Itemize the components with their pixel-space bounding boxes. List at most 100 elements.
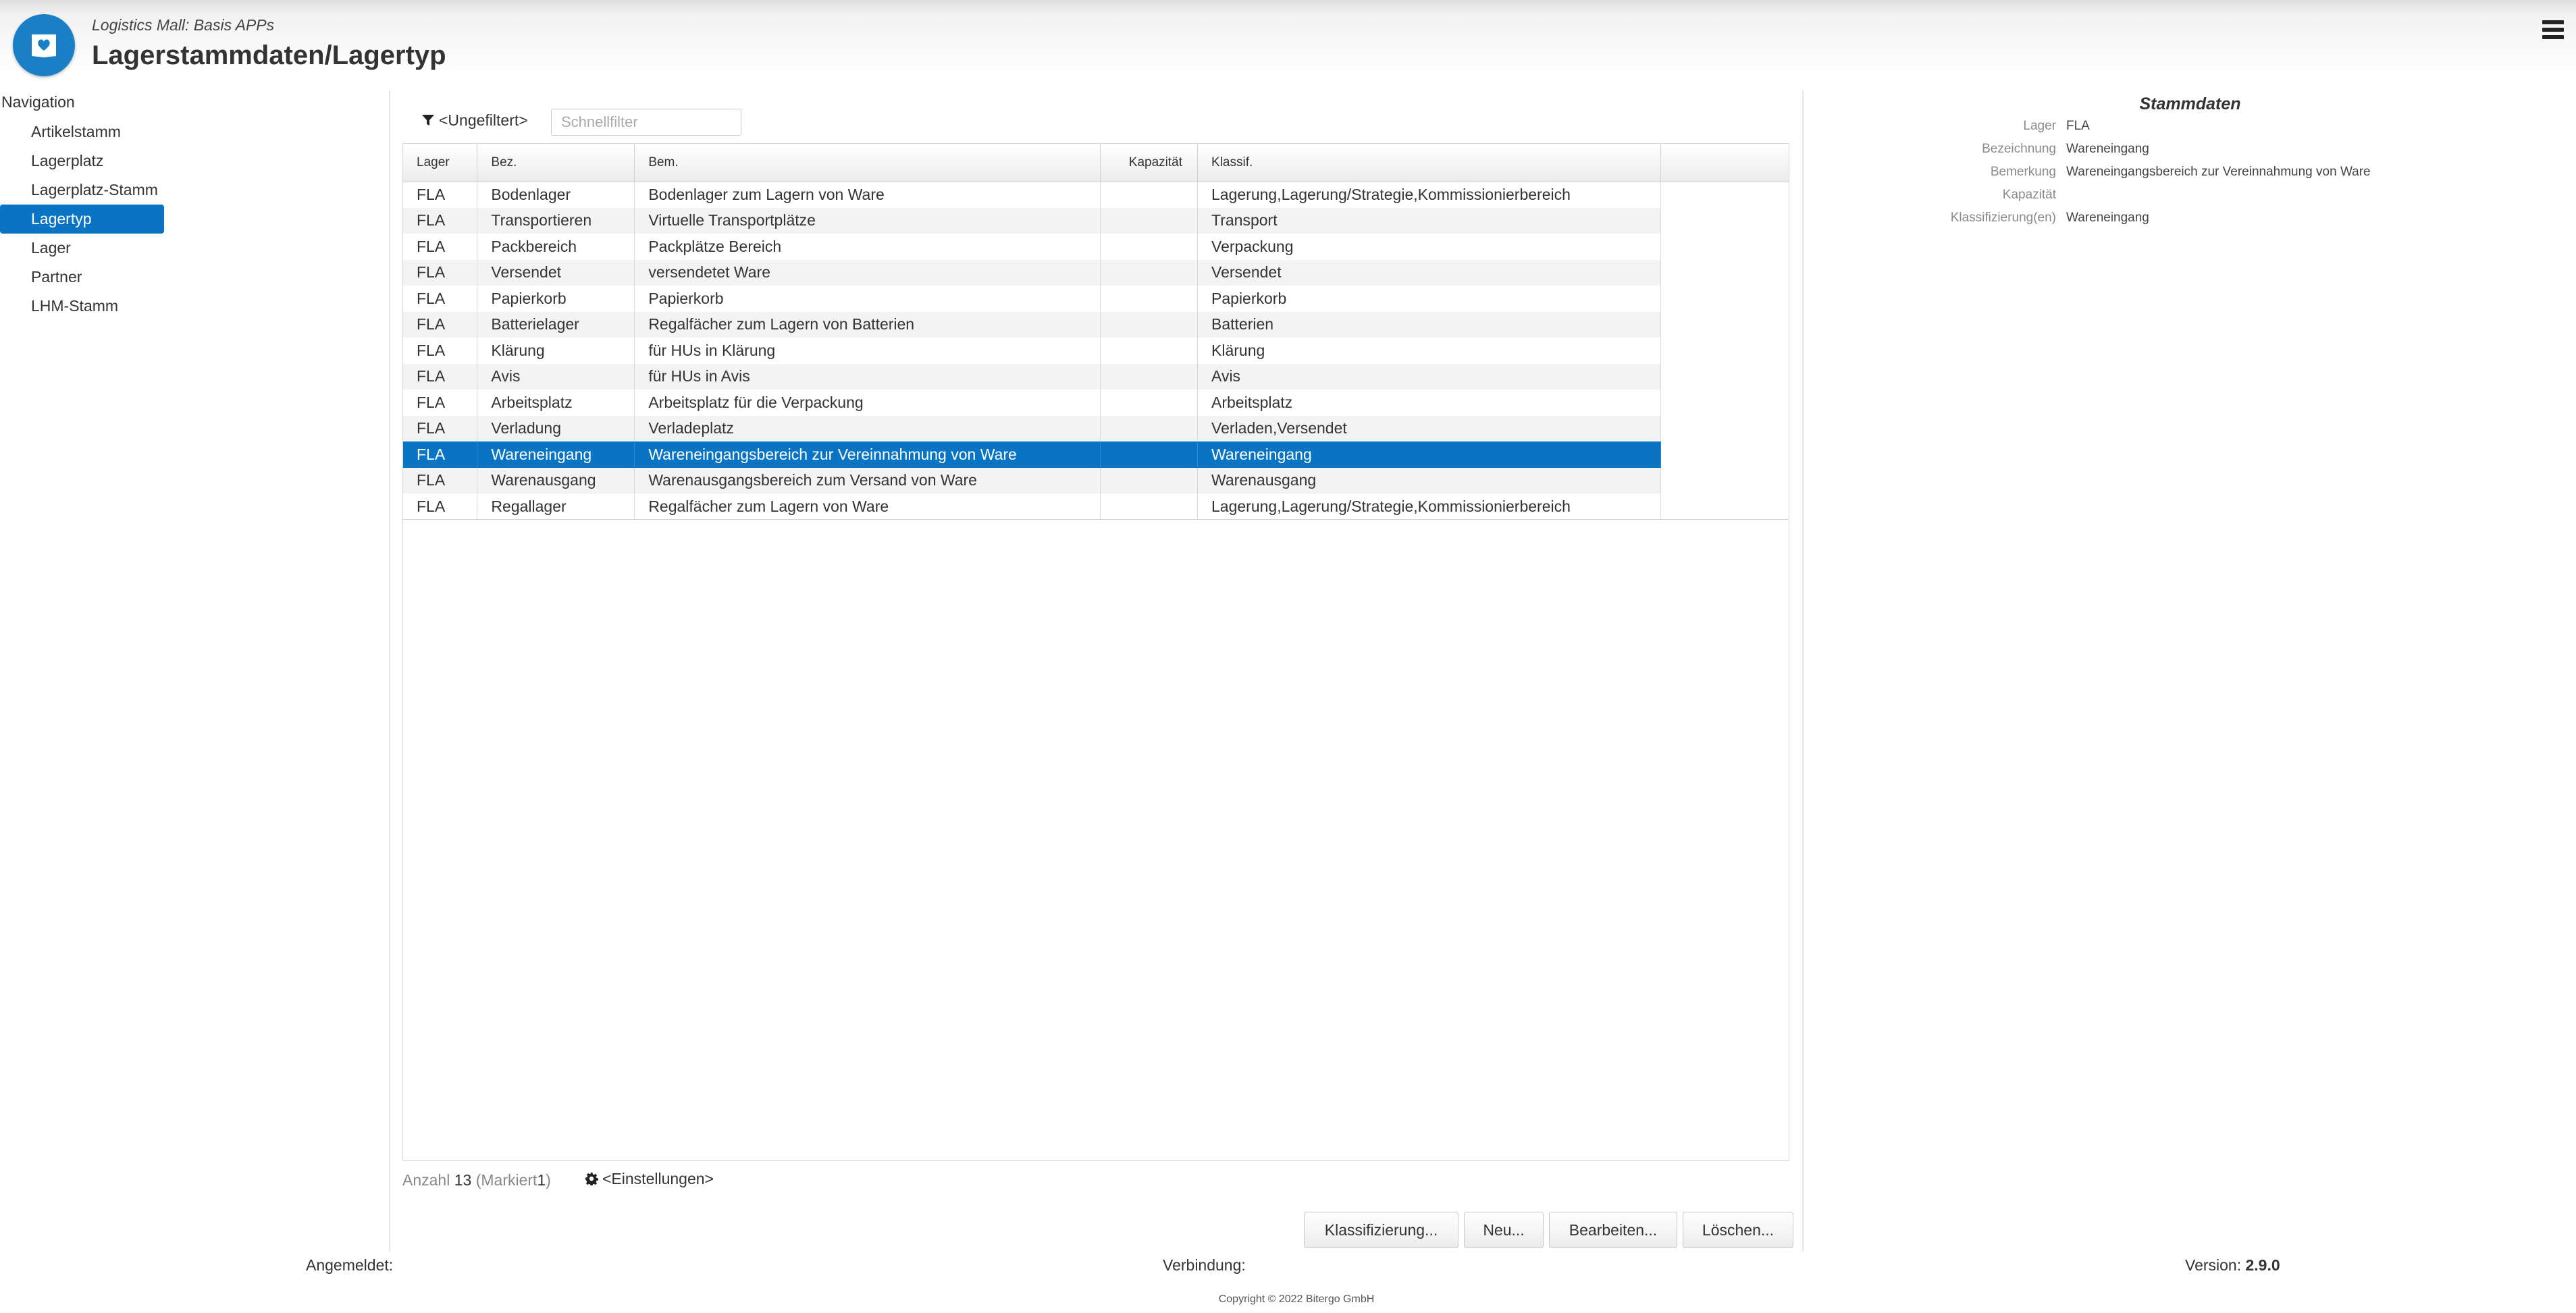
nav-item-partner[interactable]: Partner xyxy=(0,263,164,292)
cell-klassif: Arbeitsplatz xyxy=(1197,390,1661,416)
edit-button[interactable]: Bearbeiten... xyxy=(1549,1212,1677,1248)
nav-item-lagertyp[interactable]: Lagertyp xyxy=(0,205,164,234)
navigation-list: Artikelstamm Lagerplatz Lagerplatz-Stamm… xyxy=(0,117,196,321)
cell-bez: Verladung xyxy=(477,415,635,441)
record-count: Anzahl 13 (Markiert1) xyxy=(402,1171,551,1189)
table-row[interactable]: FLA Papierkorb Papierkorb Papierkorb xyxy=(403,286,1789,312)
detail-label: Lager xyxy=(2023,119,2056,133)
cell-klassif: Wareneingang xyxy=(1197,441,1661,468)
cell-filler xyxy=(1660,441,1789,468)
cell-klassif: Avis xyxy=(1197,363,1661,390)
nav-item-lagerplatz-stamm[interactable]: Lagerplatz-Stamm xyxy=(0,176,164,205)
cell-kapazitaet xyxy=(1100,286,1199,312)
settings-link[interactable]: <Einstellungen> xyxy=(585,1170,714,1188)
table-row[interactable]: FLA Regallager Regalfächer zum Lagern von … xyxy=(403,493,1789,520)
cell-kapazitaet xyxy=(1100,493,1199,520)
table-row[interactable]: FLA Packbereich Packplätze Bereich Verpacku… xyxy=(403,234,1789,260)
funnel-icon xyxy=(422,115,434,126)
cell-lager: FLA xyxy=(403,390,478,416)
table-row[interactable]: FLA Verladung Verladeplatz Verladen,Versend… xyxy=(403,415,1789,441)
column-header-klassif[interactable]: Klassif. xyxy=(1197,144,1661,182)
nav-item-lagerplatz[interactable]: Lagerplatz xyxy=(0,146,164,176)
cell-kapazitaet xyxy=(1100,415,1199,441)
cell-lager: FLA xyxy=(403,493,478,520)
navigation-heading: Navigation xyxy=(1,93,75,111)
detail-label: Bezeichnung xyxy=(1982,142,2056,156)
cell-kapazitaet xyxy=(1100,363,1199,390)
cell-klassif: Lagerung,Lagerung/Strategie,Kommissionie… xyxy=(1197,493,1661,520)
menu-hamburger-icon[interactable] xyxy=(2542,20,2564,43)
new-button[interactable]: Neu... xyxy=(1464,1212,1544,1248)
version-label: Version: xyxy=(2185,1256,2242,1274)
detail-label: Kapazität xyxy=(2002,188,2056,202)
table-row[interactable]: FLA Klärung für HUs in Klärung Klärung xyxy=(403,338,1789,364)
cell-klassif: Batterien xyxy=(1197,311,1661,338)
cell-lager: FLA xyxy=(403,311,478,338)
cell-lager: FLA xyxy=(403,441,478,468)
detail-row-bemerkung: Bemerkung Wareneingangsbereich zur Verei… xyxy=(1804,165,2576,185)
cell-klassif: Klärung xyxy=(1197,338,1661,364)
detail-divider xyxy=(1802,90,1804,1252)
cell-bez: Papierkorb xyxy=(477,286,635,312)
cell-lager: FLA xyxy=(403,259,478,286)
marked-label: (Markiert xyxy=(475,1171,537,1189)
table-row[interactable]: FLA Arbeitsplatz Arbeitsplatz für die Verp… xyxy=(403,390,1789,416)
detail-row-kapazitaet: Kapazität xyxy=(1804,188,2576,208)
marked-value: 1 xyxy=(537,1171,546,1189)
app-header: Logistics Mall: Basis APPs Lagerstammdat… xyxy=(0,0,2576,88)
cell-lager: FLA xyxy=(403,182,478,208)
table-row[interactable]: FLA Batterielager Regalfächer zum Lagern v… xyxy=(403,311,1789,338)
classify-button[interactable]: Klassifizierung... xyxy=(1304,1212,1458,1248)
cell-lager: FLA xyxy=(403,415,478,441)
table-row[interactable]: FLA Avis für HUs in Avis Avis xyxy=(403,363,1789,390)
column-header-bem[interactable]: Bem. xyxy=(634,144,1101,182)
cell-filler xyxy=(1660,259,1789,286)
cell-filler xyxy=(1660,234,1789,260)
cell-bez: Klärung xyxy=(477,338,635,364)
gear-icon xyxy=(585,1173,598,1186)
cell-bem: Packplätze Bereich xyxy=(634,234,1101,260)
nav-item-artikelstamm[interactable]: Artikelstamm xyxy=(0,117,164,146)
column-header-bez[interactable]: Bez. xyxy=(477,144,635,182)
filter-toggle[interactable]: <Ungefiltert> xyxy=(421,111,528,130)
cell-kapazitaet xyxy=(1100,234,1199,260)
cell-filler xyxy=(1660,311,1789,338)
marked-close: ) xyxy=(546,1171,551,1189)
cell-lager: FLA xyxy=(403,467,478,493)
cell-klassif: Warenausgang xyxy=(1197,467,1661,493)
app-logo-icon[interactable] xyxy=(13,14,75,76)
nav-item-lhm-stamm[interactable]: LHM-Stamm xyxy=(0,292,164,321)
table-row[interactable]: FLA Bodenlager Bodenlager zum Lagern von W… xyxy=(403,182,1789,208)
copyright: Copyright © 2022 Bitergo GmbH xyxy=(1218,1293,1375,1305)
table-row[interactable]: FLA Versendet versendetet Ware Versendet xyxy=(403,259,1789,286)
table-row[interactable]: FLA Wareneingang Wareneingangsbereich zur … xyxy=(403,441,1789,468)
table-row[interactable]: FLA Transportieren Virtuelle Transportplät… xyxy=(403,207,1789,234)
cell-bez: Versendet xyxy=(477,259,635,286)
app-subtitle: Logistics Mall: Basis APPs xyxy=(92,16,275,34)
cell-bem: Virtuelle Transportplätze xyxy=(634,207,1101,234)
detail-value: Wareneingang xyxy=(2066,211,2149,225)
delete-button[interactable]: Löschen... xyxy=(1683,1212,1793,1248)
detail-value: Wareneingangsbereich zur Vereinnahmung v… xyxy=(2066,165,2371,179)
cell-kapazitaet xyxy=(1100,207,1199,234)
cell-klassif: Versendet xyxy=(1197,259,1661,286)
cell-filler xyxy=(1660,338,1789,364)
detail-row-lager: Lager FLA xyxy=(1804,119,2576,139)
cell-filler xyxy=(1660,363,1789,390)
column-header-lager[interactable]: Lager xyxy=(403,144,478,182)
cell-filler xyxy=(1660,286,1789,312)
cell-bez: Avis xyxy=(477,363,635,390)
detail-value: Wareneingang xyxy=(2066,142,2149,156)
cell-filler xyxy=(1660,207,1789,234)
nav-item-lager[interactable]: Lager xyxy=(0,234,164,263)
count-value: 13 xyxy=(454,1171,472,1189)
cell-klassif: Papierkorb xyxy=(1197,286,1661,312)
detail-row-bezeichnung: Bezeichnung Wareneingang xyxy=(1804,142,2576,162)
column-header-kapazitaet[interactable]: Kapazität xyxy=(1100,144,1199,182)
cell-kapazitaet xyxy=(1100,311,1199,338)
heart-box-icon xyxy=(32,34,56,57)
cell-bez: Packbereich xyxy=(477,234,635,260)
quick-filter-input[interactable] xyxy=(551,109,741,136)
table-row[interactable]: FLA Warenausgang Warenausgangsbereich zum … xyxy=(403,467,1789,493)
cell-filler xyxy=(1660,415,1789,441)
